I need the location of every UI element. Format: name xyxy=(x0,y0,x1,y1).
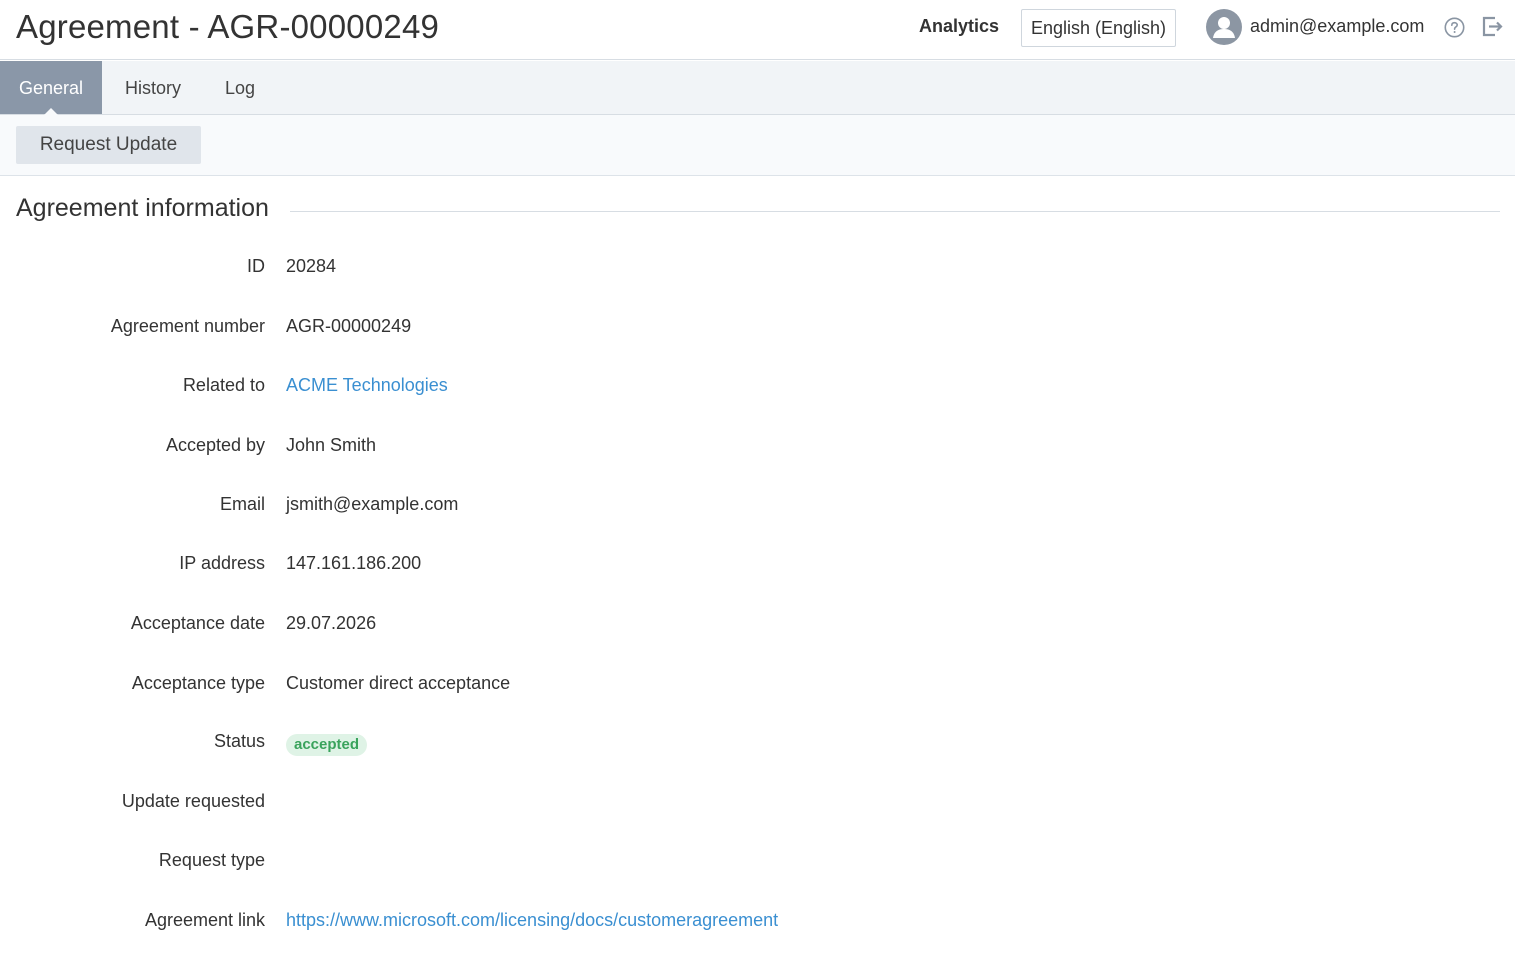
field-label: Accepted by xyxy=(165,435,265,455)
field-value-email: jsmith@example.com xyxy=(286,494,459,514)
field-row-status: Status accepted xyxy=(0,731,1515,761)
field-value-id: 20284 xyxy=(286,256,337,276)
field-label: Update requested xyxy=(121,791,265,811)
field-row-email: Email jsmith@example.com xyxy=(0,494,1515,524)
field-row-agreement-link: Agreement link https://www.microsoft.com… xyxy=(0,910,1515,940)
field-label: Agreement link xyxy=(144,910,265,930)
field-label: ID xyxy=(247,256,265,276)
tab-bar: General History Log xyxy=(0,61,1515,115)
field-row-related-to: Related to ACME Technologies xyxy=(0,375,1515,405)
field-value-agreement-number: AGR-00000249 xyxy=(286,316,412,336)
agreement-link[interactable]: https://www.microsoft.com/licensing/docs… xyxy=(286,910,778,931)
field-row-acceptance-date: Acceptance date 29.07.2026 xyxy=(0,613,1515,643)
request-update-button[interactable]: Request Update xyxy=(16,126,201,164)
field-label: Acceptance type xyxy=(131,673,265,693)
field-label: Email xyxy=(219,494,265,514)
section-divider xyxy=(290,211,1500,212)
user-email[interactable]: admin@example.com xyxy=(1250,16,1424,37)
related-to-link[interactable]: ACME Technologies xyxy=(286,375,448,396)
tab-general[interactable]: General xyxy=(0,61,102,115)
field-row-ip-address: IP address 147.161.186.200 xyxy=(0,553,1515,583)
language-select[interactable]: English (English) xyxy=(1021,9,1176,47)
field-row-update-requested: Update requested xyxy=(0,791,1515,821)
field-value-accepted-by: John Smith xyxy=(286,435,377,455)
field-row-request-type: Request type xyxy=(0,850,1515,880)
field-label: Related to xyxy=(182,375,265,395)
tab-log[interactable]: Log xyxy=(212,61,268,114)
status-badge: accepted xyxy=(286,734,368,756)
field-value-ip-address: 147.161.186.200 xyxy=(286,553,422,573)
section-title: Agreement information xyxy=(16,194,277,223)
user-avatar-icon[interactable] xyxy=(1206,9,1242,45)
field-label: Request type xyxy=(158,850,265,870)
field-label: Agreement number xyxy=(110,316,265,336)
field-value-acceptance-type: Customer direct acceptance xyxy=(286,673,511,693)
analytics-link[interactable]: Analytics xyxy=(919,16,999,37)
field-value-acceptance-date: 29.07.2026 xyxy=(286,613,377,633)
tab-history[interactable]: History xyxy=(108,61,198,114)
toolbar: Request Update xyxy=(0,115,1515,176)
logout-icon[interactable] xyxy=(1481,15,1504,38)
app-header: Agreement - AGR-00000249 Analytics Engli… xyxy=(0,0,1515,60)
field-label: IP address xyxy=(179,553,265,573)
help-circle-icon[interactable] xyxy=(1444,17,1465,38)
field-label: Acceptance date xyxy=(130,613,265,633)
field-row-acceptance-type: Acceptance type Customer direct acceptan… xyxy=(0,673,1515,703)
page-title: Agreement - AGR-00000249 xyxy=(16,8,440,45)
field-label: Status xyxy=(213,731,265,751)
field-row-id: ID 20284 xyxy=(0,256,1515,286)
field-row-accepted-by: Accepted by John Smith xyxy=(0,435,1515,465)
field-row-agreement-number: Agreement number AGR-00000249 xyxy=(0,316,1515,346)
